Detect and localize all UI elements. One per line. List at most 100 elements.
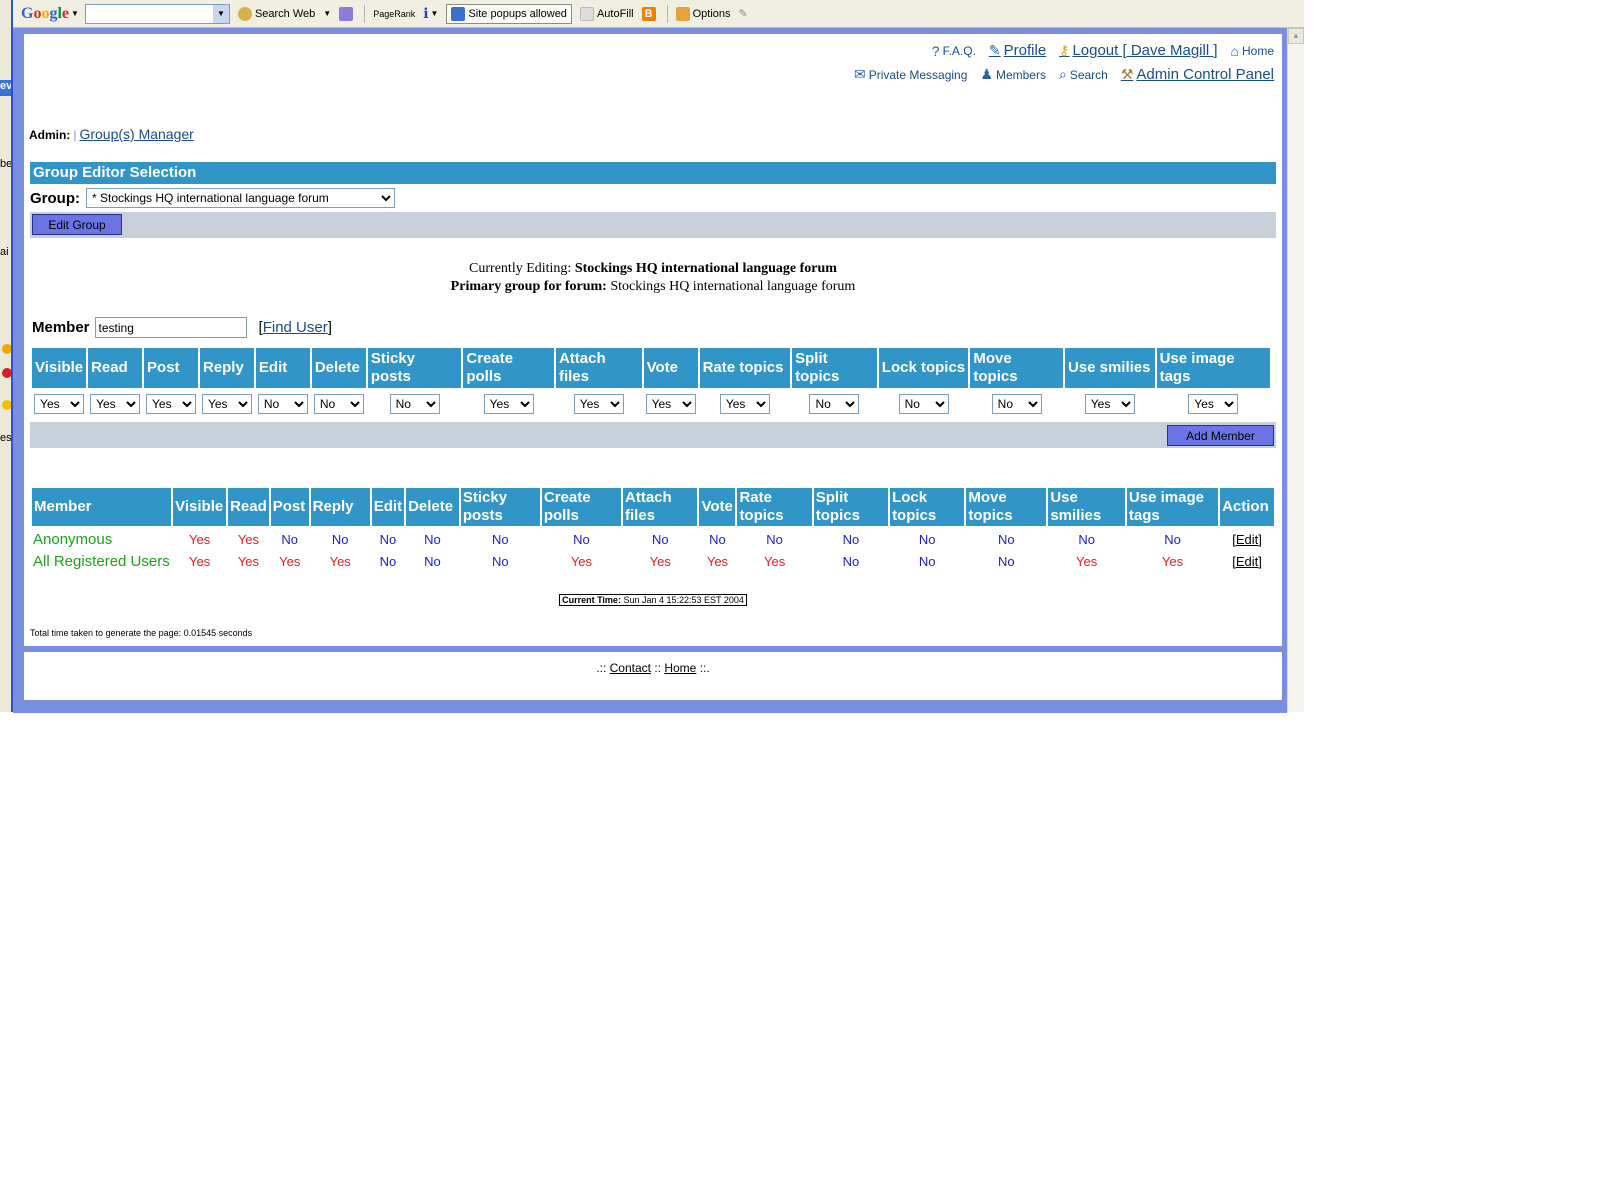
perm-cell-delete: No — [311, 389, 367, 418]
perm-value: Yes — [763, 554, 786, 569]
perm-cell-sticky-posts: No — [367, 389, 463, 418]
pagerank-indicator[interactable]: PageRank — [373, 9, 415, 19]
nav-home[interactable]: ⌂ Home — [1231, 43, 1274, 59]
perm-select-visible[interactable]: Yes — [34, 394, 85, 414]
popup-icon — [451, 6, 466, 21]
perm-header-rate-topics: Rate topics — [697, 346, 793, 390]
smiley-icon — [2, 400, 11, 410]
primary-group-label: Primary group for forum: — [450, 279, 607, 294]
perm-header-split-topics: Split topics — [790, 346, 879, 390]
perm-cell-read: Yes — [87, 389, 143, 418]
list-header-create-polls: Create polls — [539, 486, 624, 528]
perm-select-rate-topics[interactable]: Yes — [719, 394, 770, 414]
perm-select-vote[interactable]: Yes — [645, 394, 696, 414]
perm-select-split-topics[interactable]: No — [809, 394, 860, 414]
perm-select-read[interactable]: Yes — [90, 394, 141, 414]
options-button[interactable]: Options — [675, 6, 731, 21]
profile-icon: ✎ — [988, 42, 1001, 58]
perm-select-attach-files[interactable]: Yes — [573, 394, 624, 414]
perm-value: Yes — [329, 554, 351, 569]
list-header-use-image-tags: Use image tags — [1124, 486, 1221, 528]
list-header-split-topics: Split topics — [811, 486, 891, 528]
footer-home-link[interactable]: Home — [664, 661, 696, 675]
perm-header-attach-files: Attach files — [553, 346, 644, 390]
perm-select-use-smilies[interactable]: Yes — [1084, 394, 1135, 414]
table-row: Anonymous Yes Yes No No No No No No No No No No No No N… — [31, 527, 1275, 550]
edit-group-button[interactable]: Edit Group — [32, 214, 122, 235]
autofill-button[interactable]: AutoFill — [579, 6, 634, 21]
perm-select-reply[interactable]: Yes — [201, 394, 252, 414]
member-label: Member — [32, 319, 90, 336]
members-icon: ♟ — [980, 66, 993, 82]
list-header-action: Action — [1218, 486, 1276, 528]
info-button[interactable]: ℹ ▼ — [423, 5, 438, 22]
perm-select-edit[interactable]: No — [257, 394, 308, 414]
nav-search[interactable]: ⌕ Search — [1059, 66, 1108, 83]
perm-select-use-image-tags[interactable]: Yes — [1188, 394, 1239, 414]
list-header-move-topics: Move topics — [964, 486, 1049, 528]
forum-frame: ? F.A.Q. ✎ Profile ⚷ Logout [ Dave Magill ]… — [13, 28, 1287, 713]
perm-value: No — [998, 554, 1015, 569]
perm-select-create-polls[interactable]: Yes — [483, 394, 534, 414]
pencil-button[interactable]: ✎ — [739, 7, 748, 20]
nav-faq[interactable]: ? F.A.Q. — [932, 43, 976, 59]
perm-header-reply: Reply — [197, 346, 256, 390]
toolbar-search-input[interactable]: ▼ — [84, 3, 230, 24]
perm-value: Yes — [189, 531, 211, 547]
popup-blocker-button[interactable]: Site popups allowed — [446, 3, 572, 24]
list-header-lock-topics: Lock topics — [888, 486, 967, 528]
nav-logout[interactable]: ⚷ Logout [ Dave Magill ] — [1059, 42, 1217, 59]
list-header-read: Read — [226, 486, 271, 528]
scroll-up-arrow[interactable]: ▲ — [1288, 28, 1304, 44]
perm-value: No — [918, 554, 936, 569]
member-input[interactable] — [94, 317, 247, 338]
perm-header-create-polls: Create polls — [461, 346, 556, 390]
search-web-button[interactable]: Search Web ▼ — [237, 6, 331, 21]
list-header-member: Member — [29, 486, 174, 528]
smiley-icon — [2, 368, 11, 378]
pencil-icon: ✎ — [738, 8, 748, 20]
group-manager-link[interactable]: Group(s) Manager — [79, 126, 193, 142]
footer-contact-link[interactable]: Contact — [610, 661, 651, 675]
perm-header-sticky-posts: Sticky posts — [365, 346, 464, 390]
perm-value: No — [842, 554, 860, 569]
perm-value: No — [331, 531, 349, 547]
blogger-button[interactable]: B — [641, 6, 659, 21]
perm-select-sticky-posts[interactable]: No — [389, 394, 440, 414]
add-member-button[interactable]: Add Member — [1167, 425, 1274, 446]
perm-value: No — [492, 554, 509, 569]
nav-members[interactable]: ♟ Members — [980, 66, 1046, 83]
background-text-fragment: ai — [0, 246, 9, 258]
nav-admin-control-panel[interactable]: ⚒ Admin Control Panel — [1121, 66, 1274, 83]
search-icon: ⌕ — [1058, 66, 1067, 82]
perm-select-post[interactable]: Yes — [146, 394, 196, 414]
group-select[interactable]: * Stockings HQ international language fo… — [86, 188, 395, 208]
smiley-icon — [2, 344, 11, 354]
breadcrumb-admin-label: Admin: — [29, 128, 71, 142]
main-content: ? F.A.Q. ✎ Profile ⚷ Logout [ Dave Magill ]… — [24, 34, 1282, 646]
highlight-button[interactable] — [339, 6, 356, 21]
edit-member-link[interactable]: Edit — [1236, 554, 1258, 569]
edit-member-link[interactable]: Edit — [1236, 532, 1258, 547]
find-user: [Find User] — [258, 319, 332, 336]
chevron-down-icon[interactable]: ▼ — [71, 9, 79, 18]
chevron-down-icon[interactable]: ▼ — [212, 4, 229, 23]
list-header-use-smilies: Use smilies — [1046, 486, 1127, 528]
google-logo[interactable]: Google — [21, 5, 69, 23]
perm-header-vote: Vote — [641, 346, 700, 390]
perm-select-lock-topics[interactable]: No — [898, 394, 949, 414]
nav-private-messaging[interactable]: ✉ Private Messaging — [854, 66, 967, 83]
perm-value: No — [766, 531, 783, 547]
perm-value: No — [424, 554, 441, 569]
perm-value: No — [573, 531, 590, 547]
page-scrollbar[interactable]: ▲ — [1287, 28, 1304, 712]
perm-header-read: Read — [86, 346, 145, 390]
perm-select-move-topics[interactable]: No — [991, 394, 1042, 414]
find-user-link[interactable]: Find User — [263, 319, 328, 336]
perm-cell-split-topics: No — [791, 389, 878, 418]
perm-cell-reply: Yes — [199, 389, 255, 418]
perm-cell-vote: Yes — [643, 389, 699, 418]
perm-cell-move-topics: No — [969, 389, 1064, 418]
nav-profile[interactable]: ✎ Profile — [989, 42, 1046, 59]
perm-select-delete[interactable]: No — [313, 394, 364, 414]
